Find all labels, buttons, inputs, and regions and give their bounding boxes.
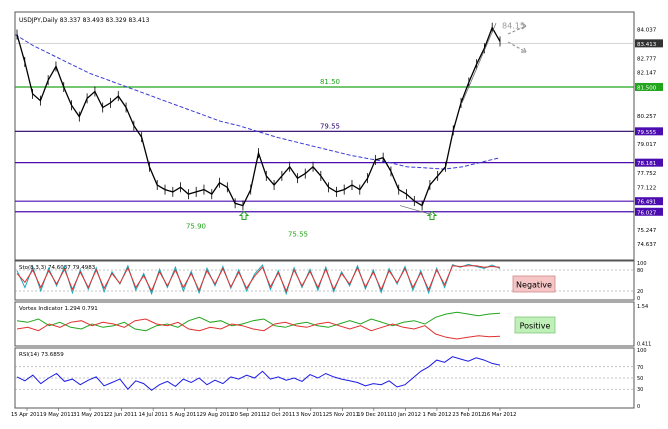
x-label-12: 10 Jan 2012: [390, 412, 421, 418]
hline-label-1: 79.55: [320, 122, 340, 130]
annotation-high: 84.15: [502, 22, 525, 31]
vortex-ytick-0: 1.54: [637, 304, 648, 310]
stoch-ytick-3: 0: [637, 296, 640, 302]
stoch-ytick-2: 20: [637, 289, 643, 295]
rsi-ytick-1: 70: [637, 365, 643, 371]
x-label-6: 29 Aug 2011: [200, 412, 233, 418]
ytick-label-1: 83.413: [637, 42, 657, 48]
x-label-3: 22 Jun 2011: [106, 412, 137, 418]
rsi-ytick-3: 30: [637, 387, 643, 393]
ytick-label-8: 78.181: [637, 161, 656, 167]
ytick-label-9: 77.752: [637, 171, 656, 177]
ytick-label-3: 82.147: [637, 71, 657, 77]
vortex-ytick-1: 0.411: [637, 342, 651, 348]
stoch-ytick-1: 80: [637, 268, 643, 274]
rsi-ytick-2: 50: [637, 376, 643, 382]
chart: 81.50 79.55 84.037 83.413 82.777 82.147 81.50…: [0, 0, 668, 429]
annotation-low2: 75.55: [288, 231, 308, 239]
ytick-label-2: 82.777: [637, 56, 657, 62]
x-label-2: 31 May 2011: [73, 412, 107, 418]
x-label-8: 12 Oct 2011: [263, 412, 295, 418]
negative-label: Negative: [516, 281, 552, 290]
rsi-title: RSI(14) 73.6859: [19, 352, 64, 358]
x-label-9: 3 Nov 2011: [296, 412, 326, 418]
ytick-label-13: 75.247: [637, 228, 657, 234]
stoch-title: Sto(8,3,3) 74.6037 79.4983: [19, 265, 96, 271]
chart-title: USDJPY,Daily 83.337 83.493 83.329 83.413: [19, 17, 150, 24]
ytick-label-4: 81.500: [637, 85, 657, 91]
ytick-label-11: 76.491: [637, 200, 656, 206]
hline-label-0: 81.50: [320, 78, 340, 86]
ytick-label-6: 79.555: [637, 130, 657, 136]
x-label-5: 5 Aug 2011: [170, 412, 200, 418]
x-label-4: 14 Jul 2011: [138, 412, 167, 418]
rsi-ytick-4: 0: [637, 404, 640, 410]
price-panel-frame: [14, 11, 635, 261]
x-label-10: 25 Nov 2011: [326, 412, 359, 418]
x-label-11: 19 Dec 2011: [357, 412, 390, 418]
ytick-label-14: 74.637: [637, 242, 657, 248]
x-label-15: 16 Mar 2012: [484, 412, 517, 418]
x-label-13: 1 Feb 2012: [422, 412, 451, 418]
ytick-label-10: 77.122: [637, 185, 656, 191]
ytick-label-12: 76.027: [637, 210, 657, 216]
ytick-label-5: 80.257: [637, 114, 657, 120]
annotation-low1: 75.90: [186, 223, 206, 231]
rsi-ytick-0: 100: [637, 348, 647, 354]
x-label-0: 15 Apr 2011: [11, 412, 43, 418]
x-label-1: 9 May 2011: [43, 412, 74, 418]
stoch-ytick-0: 100: [637, 261, 647, 267]
ytick-label-7: 79.017: [637, 142, 657, 148]
x-label-14: 23 Feb 2012: [452, 412, 484, 418]
vortex-title: Vortex Indicator 1.294 0.791: [19, 306, 98, 312]
ytick-label-0: 84.037: [637, 28, 657, 34]
positive-label: Positive: [520, 322, 551, 331]
x-label-7: 20 Sep 2011: [231, 412, 264, 418]
